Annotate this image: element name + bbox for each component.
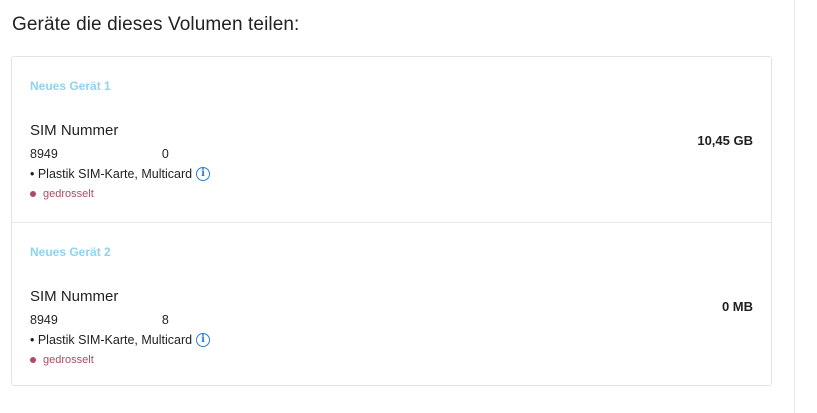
status-dot-icon bbox=[30, 191, 36, 197]
status-label: gedrosselt bbox=[43, 188, 94, 200]
data-usage-value: 10,45 GB bbox=[697, 133, 753, 148]
device-name: Neues Gerät 2 bbox=[30, 245, 111, 259]
right-panel-edge bbox=[794, 0, 817, 413]
sim-number-prefix: 8949 bbox=[30, 313, 58, 327]
sim-number-prefix: 8949 bbox=[30, 147, 58, 161]
sim-number-label: SIM Nummer bbox=[30, 122, 119, 139]
shared-devices-card: Neues Gerät 1 SIM Nummer 8949 0 • Plastik… bbox=[11, 56, 772, 386]
throttled-status: gedrosselt bbox=[30, 188, 94, 200]
shared-volume-page: Geräte die dieses Volumen teilen: Neues … bbox=[0, 0, 817, 413]
device-row-1: Neues Gerät 1 SIM Nummer 8949 0 • Plastik… bbox=[12, 57, 771, 222]
device-row-2: Neues Gerät 2 SIM Nummer 8949 8 • Plastik… bbox=[12, 222, 771, 387]
data-usage-value: 0 MB bbox=[721, 299, 753, 314]
sim-type-label: • Plastik SIM-Karte, Multicard bbox=[30, 333, 193, 347]
sim-type-label: • Plastik SIM-Karte, Multicard bbox=[30, 167, 193, 181]
status-label: gedrosselt bbox=[43, 354, 94, 366]
sim-type: • Plastik SIM-Karte, Multicard i bbox=[30, 333, 211, 347]
sim-number-value: 8949 8 bbox=[30, 313, 169, 327]
section-title: Geräte die dieses Volumen teilen: bbox=[12, 14, 300, 35]
status-dot-icon bbox=[30, 357, 36, 363]
throttled-status: gedrosselt bbox=[30, 354, 94, 366]
device-name: Neues Gerät 1 bbox=[30, 79, 111, 93]
sim-number-value: 8949 0 bbox=[30, 147, 169, 161]
sim-number-suffix: 8 bbox=[161, 313, 169, 327]
info-icon[interactable]: i bbox=[196, 333, 211, 347]
info-icon[interactable]: i bbox=[196, 167, 211, 181]
sim-number-suffix: 0 bbox=[161, 147, 169, 161]
sim-number-label: SIM Nummer bbox=[30, 288, 119, 305]
sim-type: • Plastik SIM-Karte, Multicard i bbox=[30, 167, 211, 181]
